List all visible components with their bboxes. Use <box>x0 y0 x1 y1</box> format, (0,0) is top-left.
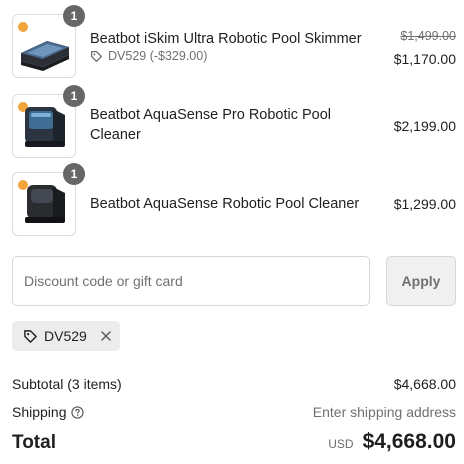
item-price: $1,170.00 <box>393 51 456 67</box>
shipping-label: Shipping <box>12 404 67 420</box>
item-name: Beatbot AquaSense Pro Robotic Pool Clean… <box>90 107 332 143</box>
item-price: $1,299.00 <box>393 196 456 212</box>
product-image: 1 <box>12 85 85 158</box>
tag-icon <box>23 329 38 344</box>
item-name: Beatbot AquaSense Robotic Pool Cleaner <box>90 196 360 212</box>
total-label: Total <box>12 432 56 453</box>
quantity-badge: 1 <box>63 85 85 107</box>
item-discount: DV529 (-$329.00) <box>90 49 207 63</box>
skimmer-image <box>18 22 69 71</box>
close-icon[interactable] <box>100 330 112 342</box>
item-name: Beatbot iSkim Ultra Robotic Pool Skimmer <box>90 31 362 47</box>
applied-discount-code: DV529 <box>44 328 87 344</box>
subtotal-value: $4,668.00 <box>393 376 456 392</box>
subtotal-row: Subtotal (3 items) $4,668.00 <box>12 376 456 392</box>
shipping-row: Shipping Enter shipping address <box>12 404 456 420</box>
item-price: $2,199.00 <box>393 118 456 134</box>
subtotal-label: Subtotal (3 items) <box>12 376 122 392</box>
total-amount: USD $4,668.00 <box>328 430 456 454</box>
line-item: 1 Beatbot AquaSense Robotic Pool Cleaner… <box>12 163 456 236</box>
item-discount-text: DV529 (-$329.00) <box>108 49 208 63</box>
tag-icon <box>90 50 103 62</box>
question-circle-icon[interactable] <box>70 406 84 419</box>
original-price: $1,499.00 <box>400 29 456 43</box>
quantity-badge: 1 <box>63 5 85 27</box>
product-image: 1 <box>12 5 85 78</box>
line-item: 1 Beatbot iSkim Ultra Robotic Pool Skimm… <box>12 5 456 78</box>
pool-cleaner-image <box>18 180 65 223</box>
line-item: 1 Beatbot AquaSense Pro Robotic Pool Cle… <box>12 85 456 158</box>
discount-code-input[interactable] <box>12 256 370 306</box>
quantity-badge: 1 <box>63 163 85 185</box>
product-image: 1 <box>12 163 85 236</box>
apply-button[interactable]: Apply <box>386 256 456 306</box>
currency-code: USD <box>328 437 354 451</box>
pool-cleaner-image <box>18 102 65 147</box>
total-value: $4,668.00 <box>362 430 456 453</box>
applied-discount-chip: DV529 <box>12 321 120 351</box>
shipping-value: Enter shipping address <box>312 404 456 420</box>
